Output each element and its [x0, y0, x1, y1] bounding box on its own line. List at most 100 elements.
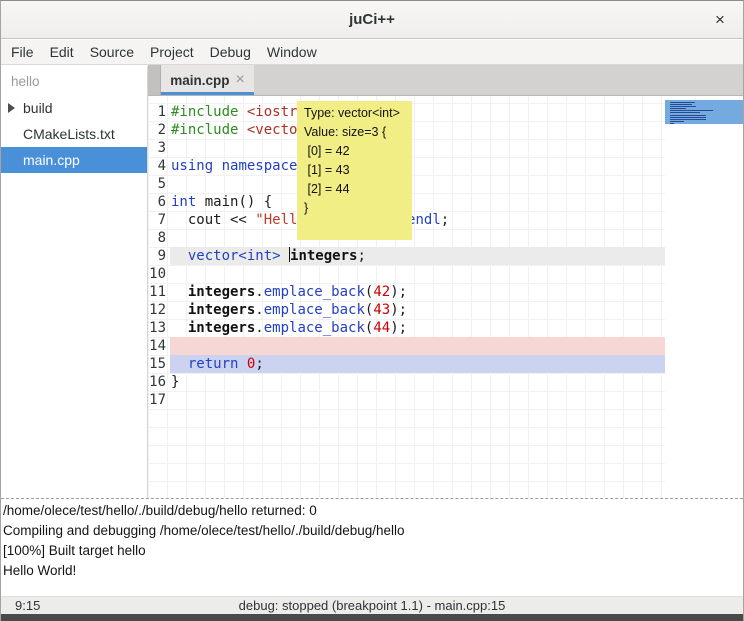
code-line-text[interactable]: using namespace std; [170, 157, 665, 175]
code-token-kw: using [171, 158, 213, 174]
line-number[interactable]: 6 [148, 193, 170, 211]
code-token-var: integers [188, 320, 255, 336]
code-token-var: integers [290, 248, 357, 264]
debug-value-tooltip: Type: vector<int>Value: size=3 { [0] = 4… [297, 101, 412, 240]
code-line-10: 10 [148, 265, 665, 283]
code-line-text[interactable]: integers.emplace_back(42); [170, 283, 665, 301]
code-line-text[interactable]: vector<int> integers; [170, 247, 665, 265]
code-line-text[interactable]: int main() { [170, 193, 665, 211]
menu-item-file[interactable]: File [3, 41, 42, 63]
tree-item-label: build [23, 100, 53, 116]
line-number[interactable]: 2 [148, 121, 170, 139]
line-number[interactable]: 15 [148, 355, 170, 373]
minimap-code-line [670, 104, 692, 105]
line-number[interactable]: 5 [148, 175, 170, 193]
code-line-14: 14 [148, 337, 665, 355]
code-token-num: 42 [373, 284, 390, 300]
minimap-code-line [670, 121, 684, 122]
code-token-pl [171, 284, 188, 300]
code-token-var: integers [188, 302, 255, 318]
line-number[interactable]: 16 [148, 373, 170, 391]
line-number[interactable]: 13 [148, 319, 170, 337]
menu-item-window[interactable]: Window [259, 41, 325, 63]
code-token-pl [238, 122, 246, 138]
code-line-text[interactable]: return 0; [170, 355, 665, 373]
minimap[interactable] [665, 96, 744, 498]
minimap-code-line [670, 112, 700, 113]
tab-label: main.cpp [170, 73, 229, 88]
project-name-label: hello [1, 66, 147, 95]
code-token-pl: ; [357, 248, 365, 264]
code-token-pl [171, 320, 188, 336]
line-number[interactable]: 1 [148, 103, 170, 121]
code-token-pp: #include [171, 104, 238, 120]
code-line-text[interactable]: integers.emplace_back(44); [170, 319, 665, 337]
code-token-pl [171, 356, 188, 372]
debug-status-label: debug: stopped (breakpoint 1.1) - main.c… [1, 598, 743, 613]
code-token-var: integers [188, 284, 255, 300]
sidebar-item-build[interactable]: build [1, 95, 147, 121]
code-token-pl: main() { [196, 194, 272, 210]
code-editor[interactable]: 1#include <iostream>2#include <vector>34… [148, 96, 744, 498]
code-line-17: 17 [148, 391, 665, 409]
minimap-code-line [670, 119, 706, 120]
line-number[interactable]: 9 [148, 247, 170, 265]
output-text-line: /home/olece/test/hello/./build/debug/hel… [3, 501, 741, 521]
tooltip-text-line: [1] = 43 [304, 161, 405, 180]
tooltip-text-line: Type: vector<int> [304, 104, 405, 123]
code-token-kw: int [171, 194, 196, 210]
file-tree: build CMakeLists.txt main.cpp [1, 95, 147, 173]
code-line-text[interactable]: #include <iostream> [170, 103, 665, 121]
status-bar: 9:15 debug: stopped (breakpoint 1.1) - m… [1, 596, 743, 614]
line-number[interactable]: 7 [148, 211, 170, 229]
close-window-button[interactable]: × [709, 9, 731, 31]
tab-main-cpp[interactable]: main.cpp × [161, 65, 254, 95]
line-number[interactable]: 12 [148, 301, 170, 319]
code-token-pl: ); [390, 284, 407, 300]
menu-item-source[interactable]: Source [82, 41, 142, 63]
code-token-pl [281, 248, 289, 264]
tree-item-label: CMakeLists.txt [23, 126, 115, 142]
code-line-text[interactable]: integers.emplace_back(43); [170, 301, 665, 319]
output-text-line: Compiling and debugging /home/olece/test… [3, 521, 741, 541]
code-token-pl: ; [441, 212, 449, 228]
code-token-pl: . [255, 320, 263, 336]
minimap-visible-region[interactable] [665, 100, 744, 124]
sidebar-item-main-cpp[interactable]: main.cpp [1, 147, 147, 173]
minimap-code-line [670, 106, 696, 107]
menu-bar: FileEditSourceProjectDebugWindow [1, 40, 743, 65]
sidebar-item-cmakelists-txt[interactable]: CMakeLists.txt [1, 121, 147, 147]
code-line-text[interactable] [170, 265, 665, 283]
tab-bar-edge [148, 65, 161, 95]
build-output-panel: /home/olece/test/hello/./build/debug/hel… [1, 499, 743, 596]
code-line-text[interactable]: #include <vector> [170, 121, 665, 139]
tab-close-icon[interactable]: × [235, 73, 244, 87]
menu-item-debug[interactable]: Debug [202, 41, 259, 63]
line-number[interactable]: 4 [148, 157, 170, 175]
code-line-text[interactable]: cout << "Hello World!" << endl; [170, 211, 665, 229]
code-token-num: 43 [373, 302, 390, 318]
code-line-text[interactable]: } [170, 373, 665, 391]
line-number[interactable]: 8 [148, 229, 170, 247]
line-number[interactable]: 14 [148, 337, 170, 355]
minimap-code-line [670, 115, 706, 116]
code-line-text[interactable] [170, 139, 665, 157]
code-line-text[interactable] [170, 175, 665, 193]
line-number[interactable]: 17 [148, 391, 170, 409]
tooltip-text-line: [0] = 42 [304, 142, 405, 161]
expander-triangle-icon[interactable] [8, 103, 15, 113]
title-bar: juCi++ × [1, 1, 743, 39]
code-token-pl [238, 356, 246, 372]
line-number[interactable]: 11 [148, 283, 170, 301]
code-token-kw: namespace [222, 158, 298, 174]
code-line-text[interactable] [170, 337, 665, 355]
line-number[interactable]: 3 [148, 139, 170, 157]
code-line-text[interactable] [170, 391, 665, 409]
menu-item-edit[interactable]: Edit [42, 41, 82, 63]
menu-item-project[interactable]: Project [142, 41, 202, 63]
code-token-num: 44 [373, 320, 390, 336]
line-number[interactable]: 10 [148, 265, 170, 283]
code-line-16: 16} [148, 373, 665, 391]
code-line-text[interactable] [170, 229, 665, 247]
output-text-line: [100%] Built target hello [3, 541, 741, 561]
